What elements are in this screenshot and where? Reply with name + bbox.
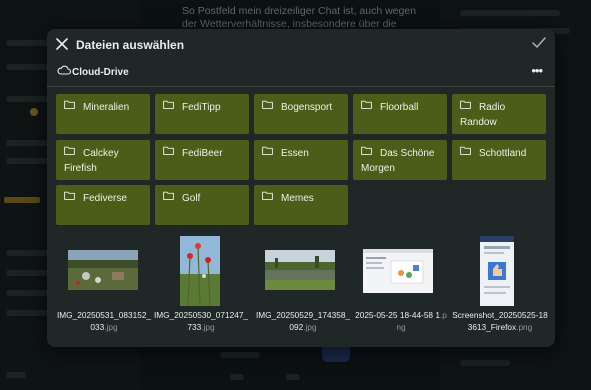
file-name: IMG_20250531_083152_033.jpg xyxy=(56,309,152,333)
folder-item[interactable]: FediBeer xyxy=(155,140,249,180)
file-thumbnail xyxy=(480,236,514,306)
file-name: IMG_20250530_071247_733.jpg xyxy=(153,309,249,333)
file-thumbnail xyxy=(180,236,220,306)
location-bar: Cloud-Drive ••• xyxy=(47,62,555,87)
folder-item[interactable]: Memes xyxy=(254,185,348,225)
file-extension: .png xyxy=(516,322,533,332)
folder-name: Mineralien xyxy=(83,102,130,113)
file-name: Screenshot_20250525-183613_Firefox.png xyxy=(452,309,548,333)
folder-name: Fediverse xyxy=(83,193,127,204)
file-extension: .jpg xyxy=(201,322,215,332)
folder-item[interactable]: Mineralien xyxy=(56,94,150,134)
file-thumbnail xyxy=(68,250,138,290)
folder-item[interactable]: Das Schöne Morgen xyxy=(353,140,447,180)
file-thumbnail xyxy=(363,249,433,293)
folder-item[interactable]: Golf xyxy=(155,185,249,225)
folder-name: Golf xyxy=(182,193,201,204)
folder-name: Das Schöne Morgen xyxy=(361,148,435,174)
file-picker-dialog: Dateien auswählen Cloud-Drive ••• Minera… xyxy=(47,29,555,347)
folder-name: Radio Randow xyxy=(460,102,506,128)
folder-name: FediTipp xyxy=(182,102,221,113)
folder-item[interactable]: Radio Randow xyxy=(452,94,546,134)
location-label[interactable]: Cloud-Drive xyxy=(72,67,129,78)
folder-item[interactable]: Schottland xyxy=(452,140,546,180)
dialog-title: Dateien auswählen xyxy=(76,38,185,52)
folder-item[interactable]: Floorball xyxy=(353,94,447,134)
folder-name: Floorball xyxy=(380,102,419,113)
cloud-icon xyxy=(57,65,71,75)
folder-name: Bogensport xyxy=(281,102,333,113)
folder-item[interactable]: Calckey Firefish xyxy=(56,140,150,180)
folder-name: Essen xyxy=(281,148,309,159)
folder-name: Calckey Firefish xyxy=(64,148,119,174)
folder-item[interactable]: Essen xyxy=(254,140,348,180)
folder-name: FediBeer xyxy=(182,148,223,159)
file-name: 2025-05-25 18-44-58 1.png xyxy=(353,309,449,333)
file-thumbnail xyxy=(265,250,335,290)
file-extension: .jpg xyxy=(104,322,118,332)
more-options-button[interactable]: ••• xyxy=(531,63,543,78)
close-icon[interactable] xyxy=(56,38,68,50)
file-base-name: 2025-05-25 18-44-58 1 xyxy=(355,310,440,320)
check-icon[interactable] xyxy=(532,37,546,49)
file-extension: .jpg xyxy=(303,322,317,332)
folder-item[interactable]: Bogensport xyxy=(254,94,348,134)
folder-name: Schottland xyxy=(479,148,527,159)
folder-item[interactable]: FediTipp xyxy=(155,94,249,134)
file-name: IMG_20250529_174358_092.jpg xyxy=(255,309,351,333)
dialog-header: Dateien auswählen xyxy=(47,29,555,59)
folder-item[interactable]: Fediverse xyxy=(56,185,150,225)
folder-name: Memes xyxy=(281,193,314,204)
file-base-name: Screenshot_20250525-183613_Firefox xyxy=(452,310,548,332)
